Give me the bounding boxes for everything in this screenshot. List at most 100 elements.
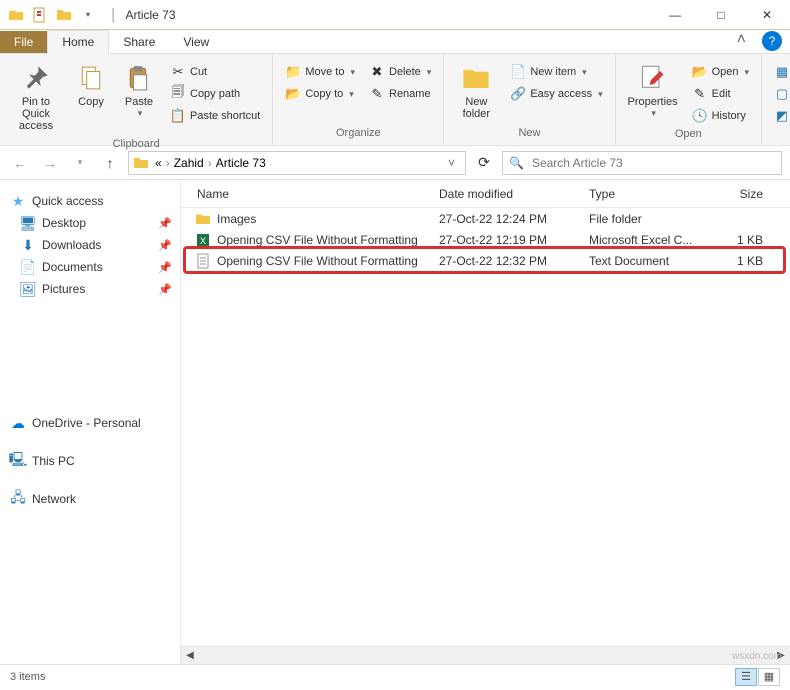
open-button[interactable]: 📂Open▾ xyxy=(688,62,753,82)
title-separator: │ xyxy=(110,8,118,22)
cut-button[interactable]: ✂Cut xyxy=(166,62,264,82)
tab-home[interactable]: Home xyxy=(47,30,109,54)
properties-icon[interactable] xyxy=(29,4,51,26)
refresh-button[interactable]: ⟳ xyxy=(472,151,496,175)
maximize-button[interactable]: □ xyxy=(698,0,744,30)
easy-access-button[interactable]: 🔗Easy access▾ xyxy=(506,84,606,104)
file-row[interactable]: Opening CSV File Without Formatting 27-Oc… xyxy=(181,250,790,271)
file-type: File folder xyxy=(581,212,711,226)
paste-button[interactable]: Paste ▾ xyxy=(118,58,160,123)
file-name: Opening CSV File Without Formatting xyxy=(217,254,418,268)
horizontal-scrollbar[interactable]: ◀ ▶ xyxy=(181,646,790,664)
column-header-type[interactable]: Type xyxy=(581,187,711,201)
breadcrumb[interactable]: « › Zahid › Article 73 ˅ xyxy=(128,151,466,175)
new-folder-button[interactable]: New folder xyxy=(452,58,500,124)
paste-shortcut-button[interactable]: 📋Paste shortcut xyxy=(166,106,264,126)
organize-group-label: Organize xyxy=(281,125,435,141)
ribbon-group-organize: 📁Move to▾ 📂Copy to▾ ✖Delete▾ ✎Rename Org… xyxy=(273,54,444,145)
breadcrumb-history-dropdown[interactable]: ˅ xyxy=(442,156,461,170)
file-row[interactable]: XOpening CSV File Without Formatting27-O… xyxy=(181,229,790,250)
thumbnails-view-button[interactable]: ▦ xyxy=(758,668,780,686)
pin-icon: 📌 xyxy=(158,283,172,296)
sidebar-quick-access[interactable]: ★Quick access xyxy=(0,190,180,212)
nav-recent-button[interactable]: ▾ xyxy=(68,151,92,175)
sidebar-pictures[interactable]: 🖼Pictures📌 xyxy=(0,278,180,300)
search-box[interactable]: 🔍 xyxy=(502,151,782,175)
copy-path-button[interactable]: 🗐Copy path xyxy=(166,84,264,104)
invert-selection-button[interactable]: ◩Invert selection xyxy=(770,106,790,126)
pin-icon xyxy=(20,62,52,94)
copy-button[interactable]: Copy xyxy=(70,58,112,112)
select-none-icon: ▢ xyxy=(774,86,790,102)
breadcrumb-part-0[interactable]: Zahid xyxy=(174,156,204,170)
help-button[interactable]: ? xyxy=(762,31,782,51)
chevron-right-icon[interactable]: › xyxy=(164,156,172,170)
view-toggles: ☰ ▦ xyxy=(735,668,780,686)
sidebar-network[interactable]: 🖧Network xyxy=(0,488,180,510)
collapse-ribbon-button[interactable]: ˄ xyxy=(729,27,754,53)
star-icon: ★ xyxy=(10,193,26,209)
chevron-right-icon[interactable]: › xyxy=(206,156,214,170)
pictures-icon: 🖼 xyxy=(20,281,36,297)
tab-view[interactable]: View xyxy=(169,31,223,53)
new-group-label: New xyxy=(452,125,606,141)
tab-file[interactable]: File xyxy=(0,31,47,53)
sidebar-documents[interactable]: 📄Documents📌 xyxy=(0,256,180,278)
properties-label: Properties xyxy=(628,96,678,108)
properties-icon-large xyxy=(637,62,669,94)
new-item-button[interactable]: 📄New item▾ xyxy=(506,62,606,82)
breadcrumb-part-1[interactable]: Article 73 xyxy=(216,156,266,170)
column-header-name[interactable]: Name xyxy=(181,187,431,201)
sidebar-onedrive[interactable]: ☁OneDrive - Personal xyxy=(0,412,180,434)
move-to-icon: 📁 xyxy=(285,64,301,80)
edit-icon: ✎ xyxy=(692,86,708,102)
column-header-size[interactable]: Size xyxy=(711,187,771,201)
sidebar-downloads[interactable]: ⬇Downloads📌 xyxy=(0,234,180,256)
file-list: Name Date modified Type Size Images27-Oc… xyxy=(180,180,790,664)
titlebar: ▾ │ Article 73 — □ ✕ xyxy=(0,0,790,30)
rename-button[interactable]: ✎Rename xyxy=(365,84,435,104)
select-all-icon: ▦ xyxy=(774,64,790,80)
chevron-down-icon[interactable]: ▾ xyxy=(77,4,99,26)
sidebar-desktop[interactable]: 🖥Desktop📌 xyxy=(0,212,180,234)
search-input[interactable] xyxy=(530,155,775,171)
close-button[interactable]: ✕ xyxy=(744,0,790,30)
paste-label: Paste xyxy=(125,96,153,108)
folder-icon[interactable] xyxy=(5,4,27,26)
nav-up-button[interactable]: ↑ xyxy=(98,151,122,175)
nav-forward-button[interactable]: → xyxy=(38,151,62,175)
pin-icon: 📌 xyxy=(158,261,172,274)
details-view-button[interactable]: ☰ xyxy=(735,668,757,686)
nav-back-button[interactable]: ← xyxy=(8,151,32,175)
delete-icon: ✖ xyxy=(369,64,385,80)
main-area: ★Quick access 🖥Desktop📌 ⬇Downloads📌 📄Doc… xyxy=(0,180,790,664)
ribbon-tabs: File Home Share View ˄ ? xyxy=(0,30,790,54)
pin-to-quick-access-button[interactable]: Pin to Quick access xyxy=(8,58,64,136)
quick-access-toolbar: ▾ xyxy=(0,4,106,26)
edit-button[interactable]: ✎Edit xyxy=(688,84,753,104)
open-icon: 📂 xyxy=(692,64,708,80)
file-date: 27-Oct-22 12:32 PM xyxy=(431,254,581,268)
desktop-icon: 🖥 xyxy=(20,215,36,231)
select-all-button[interactable]: ▦Select all xyxy=(770,62,790,82)
move-to-button[interactable]: 📁Move to▾ xyxy=(281,62,359,82)
scroll-left-arrow[interactable]: ◀ xyxy=(181,647,199,665)
minimize-button[interactable]: — xyxy=(652,0,698,30)
ribbon: Pin to Quick access Copy Paste ▾ ✂Cut 🗐C… xyxy=(0,54,790,146)
invert-selection-icon: ◩ xyxy=(774,108,790,124)
scroll-track[interactable] xyxy=(199,649,772,663)
documents-icon: 📄 xyxy=(20,259,36,275)
new-folder-label: New folder xyxy=(454,96,498,120)
copy-to-button[interactable]: 📂Copy to▾ xyxy=(281,84,359,104)
properties-button[interactable]: Properties ▾ xyxy=(624,58,682,123)
file-row[interactable]: Images27-Oct-22 12:24 PMFile folder xyxy=(181,208,790,229)
delete-button[interactable]: ✖Delete▾ xyxy=(365,62,435,82)
file-type: Text Document xyxy=(581,254,711,268)
tab-share[interactable]: Share xyxy=(109,31,169,53)
folder-icon-2[interactable] xyxy=(53,4,75,26)
copy-icon xyxy=(75,62,107,94)
column-header-date[interactable]: Date modified xyxy=(431,187,581,201)
select-none-button[interactable]: ▢Select none xyxy=(770,84,790,104)
sidebar-this-pc[interactable]: 🖳This PC xyxy=(0,450,180,472)
history-button[interactable]: 🕓History xyxy=(688,106,753,126)
